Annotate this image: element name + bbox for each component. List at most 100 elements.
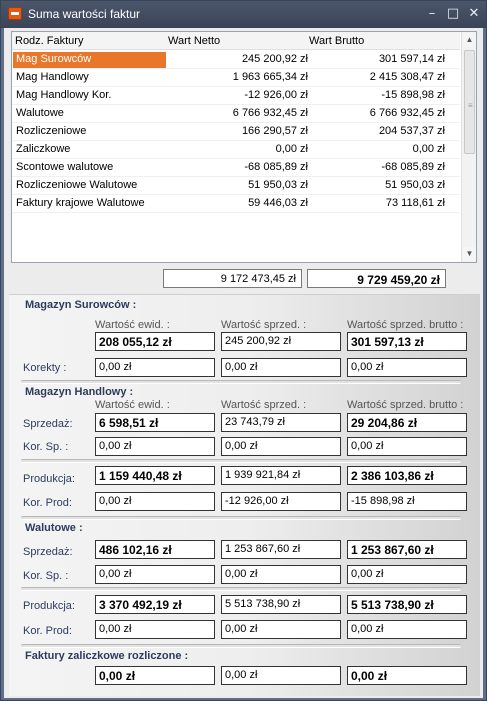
surowce-korekty-sprzed-field[interactable]: 0,00 zł xyxy=(221,358,341,377)
column-header-type[interactable]: Rodz. Faktury xyxy=(15,35,83,47)
list-row-scontowe-walutowe[interactable]: Scontowe walutowe -68 085,89 zł -68 085,… xyxy=(12,159,460,177)
list-row-mag-surowcow[interactable]: Mag Surowców 245 200,92 zł 301 597,14 zł xyxy=(12,51,460,69)
col-header-ewid: Wartość ewid. : xyxy=(95,319,170,331)
scroll-up-icon[interactable]: ▲ xyxy=(463,33,476,47)
handlowy-kor-sp-brutto-field[interactable]: 0,00 zł xyxy=(347,437,467,456)
handlowy-produkcja-sprzed-field[interactable]: 1 939 921,84 zł xyxy=(221,466,341,485)
col-header-sprzed-brutto: Wartość sprzed. brutto : xyxy=(347,319,464,331)
handlowy-sprzedaz-sprzed-field[interactable]: 23 743,79 zł xyxy=(221,413,341,432)
surowce-korekty-ewid-field[interactable]: 0,00 zł xyxy=(95,358,215,377)
section-title-magazyn-handlowy: Magazyn Handlowy : xyxy=(25,386,134,398)
separator xyxy=(21,516,461,520)
row-netto: 245 200,92 zł xyxy=(241,53,308,65)
title-bar[interactable]: Suma wartości faktur – □ ✕ xyxy=(1,1,486,28)
row-netto: -12 926,00 zł xyxy=(244,89,308,101)
column-header-brutto[interactable]: Wart Brutto xyxy=(309,35,364,47)
row-brutto: 204 537,37 zł xyxy=(378,125,445,137)
korekty-label: Korekty : xyxy=(23,362,67,374)
row-brutto: 73 118,61 zł xyxy=(385,197,445,209)
row-brutto: 2 415 308,47 zł xyxy=(369,71,445,83)
invoice-type-list[interactable]: Rodz. Faktury Wart Netto Wart Brutto Mag… xyxy=(11,31,477,263)
handlowy-sprzedaz-brutto-field[interactable]: 29 204,86 zł xyxy=(347,413,467,432)
vertical-scrollbar[interactable]: ▲ ≡ ▼ xyxy=(461,32,476,262)
section-title-faktury-zaliczkowe: Faktury zaliczkowe rozliczone : xyxy=(25,650,189,662)
walutowe-kor-sp-brutto-field[interactable]: 0,00 zł xyxy=(347,565,467,584)
col-header-sprzed: Wartość sprzed. : xyxy=(221,319,307,331)
zaliczkowe-brutto-field[interactable]: 0,00 zł xyxy=(347,666,467,685)
handlowy-produkcja-ewid-field[interactable]: 1 159 440,48 zł xyxy=(95,466,215,485)
grip-icon: ≡ xyxy=(468,101,473,110)
walutowe-produkcja-sprzed-field[interactable]: 5 513 738,90 zł xyxy=(221,595,341,614)
col-header-ewid: Wartość ewid. : xyxy=(95,399,170,411)
row-type: Mag Surowców xyxy=(13,52,166,68)
walutowe-produkcja-brutto-field[interactable]: 5 513 738,90 zł xyxy=(347,595,467,614)
walutowe-kor-sp-ewid-field[interactable]: 0,00 zł xyxy=(95,565,215,584)
surowce-sprzed-brutto-field[interactable]: 301 597,13 zł xyxy=(347,332,467,351)
separator xyxy=(21,380,461,384)
handlowy-kor-prod-ewid-field[interactable]: 0,00 zł xyxy=(95,492,215,511)
produkcja-label: Produkcja: xyxy=(23,600,75,612)
row-brutto: 301 597,14 zł xyxy=(378,53,445,65)
row-brutto: -15 898,98 zł xyxy=(381,89,445,101)
walutowe-kor-prod-brutto-field[interactable]: 0,00 zł xyxy=(347,620,467,639)
minimize-button[interactable]: – xyxy=(424,6,440,22)
kor-prod-label: Kor. Prod: xyxy=(23,625,72,637)
list-row-zaliczkowe[interactable]: Zaliczkowe 0,00 zł 0,00 zł xyxy=(12,141,460,159)
handlowy-kor-sp-ewid-field[interactable]: 0,00 zł xyxy=(95,437,215,456)
row-type: Walutowe xyxy=(16,107,64,119)
list-row-walutowe[interactable]: Walutowe 6 766 932,45 zł 6 766 932,45 zł xyxy=(12,105,460,123)
window-content: Rodz. Faktury Wart Netto Wart Brutto Mag… xyxy=(4,28,483,698)
row-type: Faktury krajowe Walutowe xyxy=(16,197,145,209)
list-row-mag-handlowy-kor[interactable]: Mag Handlowy Kor. -12 926,00 zł -15 898,… xyxy=(12,87,460,105)
surowce-ewid-field[interactable]: 208 055,12 zł xyxy=(95,332,215,351)
sprzedaz-label: Sprzedaż: xyxy=(23,418,73,430)
close-button[interactable]: ✕ xyxy=(466,6,482,22)
list-row-mag-handlowy[interactable]: Mag Handlowy 1 963 665,34 zł 2 415 308,4… xyxy=(12,69,460,87)
column-header-netto[interactable]: Wart Netto xyxy=(168,35,220,47)
row-netto: 6 766 932,45 zł xyxy=(232,107,308,119)
row-netto: 51 950,03 zł xyxy=(248,179,308,191)
walutowe-kor-prod-sprzed-field[interactable]: 0,00 zł xyxy=(221,620,341,639)
zaliczkowe-sprzed-field[interactable]: 0,00 zł xyxy=(221,666,341,685)
handlowy-kor-sp-sprzed-field[interactable]: 0,00 zł xyxy=(221,437,341,456)
scroll-thumb[interactable]: ≡ xyxy=(464,50,475,154)
separator xyxy=(21,587,461,591)
row-type: Mag Handlowy Kor. xyxy=(16,89,112,101)
maximize-button[interactable]: □ xyxy=(445,6,461,22)
surowce-sprzed-field[interactable]: 245 200,92 zł xyxy=(221,332,341,351)
row-netto: 59 446,03 zł xyxy=(248,197,308,209)
walutowe-sprzedaz-sprzed-field[interactable]: 1 253 867,60 zł xyxy=(221,540,341,559)
row-brutto: -68 085,89 zł xyxy=(381,161,445,173)
handlowy-kor-prod-sprzed-field[interactable]: -12 926,00 zł xyxy=(221,492,341,511)
produkcja-label: Produkcja: xyxy=(23,473,75,485)
row-brutto: 6 766 932,45 zł xyxy=(369,107,445,119)
total-netto-field: 9 172 473,45 zł xyxy=(163,269,302,288)
sprzedaz-label: Sprzedaż: xyxy=(23,546,73,558)
row-brutto: 0,00 zł xyxy=(412,143,445,155)
list-row-rozliczeniowe-walutowe[interactable]: Rozliczeniowe Walutowe 51 950,03 zł 51 9… xyxy=(12,177,460,195)
scroll-down-icon[interactable]: ▼ xyxy=(463,247,476,261)
separator xyxy=(21,644,461,648)
walutowe-kor-sp-sprzed-field[interactable]: 0,00 zł xyxy=(221,565,341,584)
list-row-faktury-krajowe-walutowe[interactable]: Faktury krajowe Walutowe 59 446,03 zł 73… xyxy=(12,195,460,213)
surowce-korekty-brutto-field[interactable]: 0,00 zł xyxy=(347,358,467,377)
row-netto: 0,00 zł xyxy=(275,143,308,155)
walutowe-kor-prod-ewid-field[interactable]: 0,00 zł xyxy=(95,620,215,639)
col-header-sprzed: Wartość sprzed. : xyxy=(221,399,307,411)
row-netto: 1 963 665,34 zł xyxy=(232,71,308,83)
window: Suma wartości faktur – □ ✕ Rodz. Faktury… xyxy=(0,0,487,701)
summary-panel: Magazyn Surowców : Wartość ewid. : Warto… xyxy=(9,294,480,696)
list-header: Rodz. Faktury Wart Netto Wart Brutto xyxy=(12,32,460,50)
handlowy-sprzedaz-ewid-field[interactable]: 6 598,51 zł xyxy=(95,413,215,432)
list-row-rozliczeniowe[interactable]: Rozliczeniowe 166 290,57 zł 204 537,37 z… xyxy=(12,123,460,141)
walutowe-sprzedaz-brutto-field[interactable]: 1 253 867,60 zł xyxy=(347,540,467,559)
kor-sp-label: Kor. Sp. : xyxy=(23,570,69,582)
kor-prod-label: Kor. Prod: xyxy=(23,497,72,509)
walutowe-produkcja-ewid-field[interactable]: 3 370 492,19 zł xyxy=(95,595,215,614)
zaliczkowe-ewid-field[interactable]: 0,00 zł xyxy=(95,666,215,685)
handlowy-kor-prod-brutto-field[interactable]: -15 898,98 zł xyxy=(347,492,467,511)
section-title-magazyn-surowcow: Magazyn Surowców : xyxy=(25,299,137,311)
handlowy-produkcja-brutto-field[interactable]: 2 386 103,86 zł xyxy=(347,466,467,485)
col-header-sprzed-brutto: Wartość sprzed. brutto : xyxy=(347,399,464,411)
walutowe-sprzedaz-ewid-field[interactable]: 486 102,16 zł xyxy=(95,540,215,559)
